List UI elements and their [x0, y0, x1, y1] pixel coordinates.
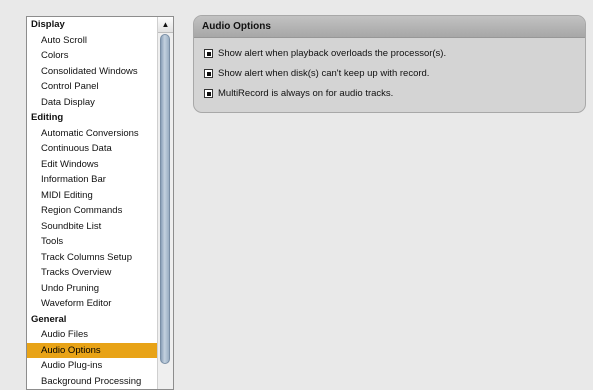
category-display[interactable]: Display	[27, 17, 157, 33]
option-disk-record-alert[interactable]: Show alert when disk(s) can't keep up wi…	[204, 67, 585, 80]
sidebar-item-colors[interactable]: Colors	[27, 48, 157, 64]
preferences-list: Display Auto Scroll Colors Consolidated …	[27, 17, 157, 389]
sidebar-item-soundbite-list[interactable]: Soundbite List	[27, 219, 157, 235]
sidebar-item-control-panel[interactable]: Control Panel	[27, 79, 157, 95]
sidebar-item-automatic-conversions[interactable]: Automatic Conversions	[27, 126, 157, 142]
sidebar-item-continuous-data[interactable]: Continuous Data	[27, 141, 157, 157]
option-playback-overload-alert[interactable]: Show alert when playback overloads the p…	[204, 47, 585, 60]
sidebar-item-audio-files[interactable]: Audio Files	[27, 327, 157, 343]
option-label: Show alert when playback overloads the p…	[218, 48, 447, 59]
checkbox-disk-record-alert[interactable]	[204, 69, 213, 78]
sidebar-item-undo-pruning[interactable]: Undo Pruning	[27, 281, 157, 297]
sidebar-item-track-columns-setup[interactable]: Track Columns Setup	[27, 250, 157, 266]
checkbox-playback-overload-alert[interactable]	[204, 49, 213, 58]
panel-title: Audio Options	[194, 16, 585, 38]
sidebar-item-edit-windows[interactable]: Edit Windows	[27, 157, 157, 173]
scroll-thumb[interactable]	[160, 34, 170, 364]
audio-options-panel: Audio Options Show alert when playback o…	[193, 15, 586, 113]
panel-body: Show alert when playback overloads the p…	[194, 38, 585, 100]
category-general[interactable]: General	[27, 312, 157, 328]
preferences-sidebar: Display Auto Scroll Colors Consolidated …	[26, 16, 174, 390]
option-label: MultiRecord is always on for audio track…	[218, 88, 394, 99]
checkbox-multirecord-always-on[interactable]	[204, 89, 213, 98]
sidebar-item-tracks-overview[interactable]: Tracks Overview	[27, 265, 157, 281]
option-label: Show alert when disk(s) can't keep up wi…	[218, 68, 430, 79]
sidebar-item-information-bar[interactable]: Information Bar	[27, 172, 157, 188]
sidebar-item-consolidated-windows[interactable]: Consolidated Windows	[27, 64, 157, 80]
sidebar-item-auto-scroll[interactable]: Auto Scroll	[27, 33, 157, 49]
sidebar-item-audio-options[interactable]: Audio Options	[27, 342, 157, 358]
sidebar-item-midi-editing[interactable]: MIDI Editing	[27, 188, 157, 204]
sidebar-item-region-commands[interactable]: Region Commands	[27, 203, 157, 219]
sidebar-item-background-processing[interactable]: Background Processing	[27, 374, 157, 390]
sidebar-item-data-display[interactable]: Data Display	[27, 95, 157, 111]
sidebar-scrollbar[interactable]: ▲	[157, 17, 173, 389]
sidebar-item-waveform-editor[interactable]: Waveform Editor	[27, 296, 157, 312]
scroll-up-arrow-icon[interactable]: ▲	[158, 17, 173, 33]
sidebar-item-audio-plug-ins[interactable]: Audio Plug-ins	[27, 358, 157, 374]
option-multirecord-always-on[interactable]: MultiRecord is always on for audio track…	[204, 87, 585, 100]
category-editing[interactable]: Editing	[27, 110, 157, 126]
sidebar-item-tools[interactable]: Tools	[27, 234, 157, 250]
